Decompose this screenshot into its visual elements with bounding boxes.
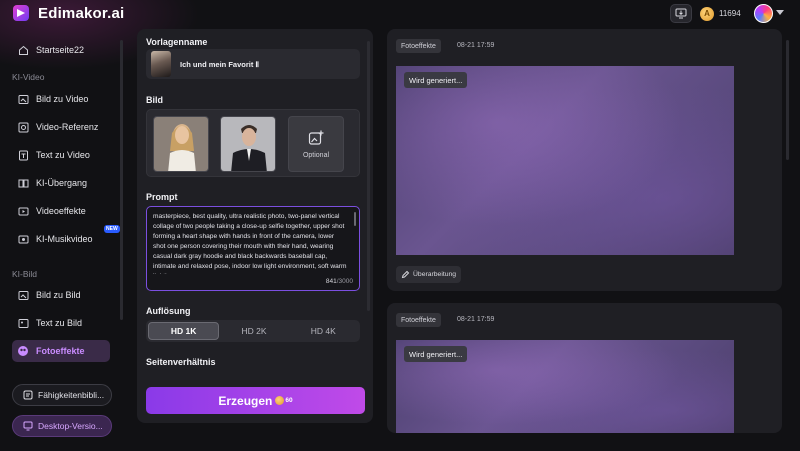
image-to-image-icon [17,289,29,301]
coin-icon [275,396,285,405]
sidebar-item-image-to-video[interactable]: Bild zu Video [12,88,110,110]
rework-button[interactable]: Überarbeitung [396,266,462,283]
prompt-count-max: /3000 [336,278,353,285]
home-icon [17,44,29,56]
sidebar-item-label: Startseite22 [36,45,85,55]
new-badge: NEW [104,225,120,233]
results-scrollbar[interactable] [786,40,789,160]
app-logo-icon [13,5,29,21]
video-effects-icon [17,205,29,217]
section-title-image: KI-Bild [12,269,38,279]
sidebar-item-label: Text zu Bild [36,318,83,328]
prompt-text[interactable]: masterpiece, best quality, ultra realist… [153,212,348,274]
chevron-down-icon[interactable] [776,10,784,15]
sidebar-item-text-to-image[interactable]: Text zu Bild [12,312,110,334]
resolution-selector: HD 1K HD 2K HD 4K [146,320,360,342]
sidebar-item-video-reference[interactable]: Video-Referenz [12,116,110,138]
desktop-version-button[interactable]: Desktop-Versio... [12,415,112,437]
effect-tag: Fotoeffekte [396,313,441,327]
coin-icon: A [700,6,714,21]
sidebar-item-label: Bild zu Video [36,94,89,104]
user-avatar[interactable] [754,4,773,23]
prompt-label: Prompt [146,192,178,202]
generate-label: Erzeugen [218,393,273,408]
resolution-label: Auflösung [146,306,191,316]
download-app-button[interactable] [670,4,692,23]
skills-library-button[interactable]: Fähigkeitenbibli... [12,384,112,406]
template-name: Ich und mein Favorit Ⅱ [180,59,260,69]
prompt-char-count: 841/3000 [326,278,353,285]
uploaded-image-man[interactable] [220,116,276,172]
sidebar-item-video-effects[interactable]: Videoeffekte [12,200,110,222]
aspect-ratio-label: Seitenverhältnis [146,357,216,367]
form-scrollbar[interactable] [367,41,370,311]
generation-preview: Wird generiert... [396,340,734,433]
top-bar: Edimakor.ai A 11694 [0,0,800,28]
generating-status: Wird generiert... [404,346,468,362]
sidebar-item-photo-effects[interactable]: Fotoeffekte [12,340,110,362]
skills-library-icon [23,390,33,400]
uploaded-image-woman[interactable] [153,116,209,172]
coin-balance[interactable]: A 11694 [700,4,746,23]
effect-tag: Fotoeffekte [396,39,441,53]
image-video-icon [17,93,29,105]
sidebar-item-label: Bild zu Bild [36,290,81,300]
resolution-option-2k[interactable]: HD 2K [219,322,288,340]
sidebar-item-label: Text zu Video [36,150,90,160]
resolution-option-4k[interactable]: HD 4K [289,322,358,340]
skills-library-label: Fähigkeitenbibli... [38,390,105,400]
image-label: Bild [146,95,163,105]
music-video-icon [17,233,29,245]
prompt-textarea[interactable]: masterpiece, best quality, ultra realist… [146,206,360,291]
monitor-download-icon [675,8,687,19]
sidebar-item-home[interactable]: Startseite22 [12,39,110,61]
sidebar-item-label: KI-Musikvideo [36,234,93,244]
result-date: 08-21 17:59 [457,316,495,323]
photo-effects-icon [17,345,29,357]
sidebar-item-label: Fotoeffekte [36,346,85,356]
result-card: Fotoeffekte 08-21 17:59 Wird generiert..… [387,303,782,433]
template-selector[interactable]: Ich und mein Favorit Ⅱ [146,49,360,79]
generate-button[interactable]: Erzeugen 60 [146,387,365,414]
rework-label: Überarbeitung [413,271,457,278]
sidebar-item-label: KI-Übergang [36,178,88,188]
sidebar-item-ai-music-video[interactable]: KI-Musikvideo NEW [12,225,120,250]
pencil-icon [401,270,410,279]
optional-image-upload[interactable]: Optional [288,116,344,172]
generation-preview: Wird generiert... [396,66,734,255]
sidebar-item-text-to-video[interactable]: Text zu Video [12,144,110,166]
video-reference-icon [17,121,29,133]
transition-icon [17,177,29,189]
optional-label: Optional [302,151,330,159]
add-image-icon [308,130,324,145]
text-video-icon [17,149,29,161]
sidebar-scrollbar[interactable] [120,40,123,320]
prompt-count-current: 841 [325,278,337,285]
resolution-option-1k[interactable]: HD 1K [148,322,220,340]
result-card: Fotoeffekte 08-21 17:59 Wird generiert..… [387,29,782,291]
text-to-image-icon [17,317,29,329]
coin-count: 11694 [719,9,741,18]
sidebar-item-label: Videoeffekte [36,206,86,216]
app-title: Edimakor.ai [38,5,125,22]
generate-cost: 60 [285,397,293,404]
sidebar-item-image-to-image[interactable]: Bild zu Bild [12,284,110,306]
sidebar-item-ai-transition[interactable]: KI-Übergang [12,172,110,194]
sidebar-item-label: Video-Referenz [36,122,99,132]
desktop-version-label: Desktop-Versio... [38,421,103,431]
template-thumbnail [151,51,171,77]
image-upload-area: Optional [146,109,360,177]
effect-settings-panel: Vorlagenname Ich und mein Favorit Ⅱ Bild [137,29,373,423]
generating-status: Wird generiert... [404,72,468,88]
prompt-scrollbar[interactable] [354,212,356,226]
template-name-label: Vorlagenname [146,37,208,47]
desktop-icon [23,421,33,431]
result-date: 08-21 17:59 [457,42,495,49]
section-title-video: KI-Video [12,72,45,82]
